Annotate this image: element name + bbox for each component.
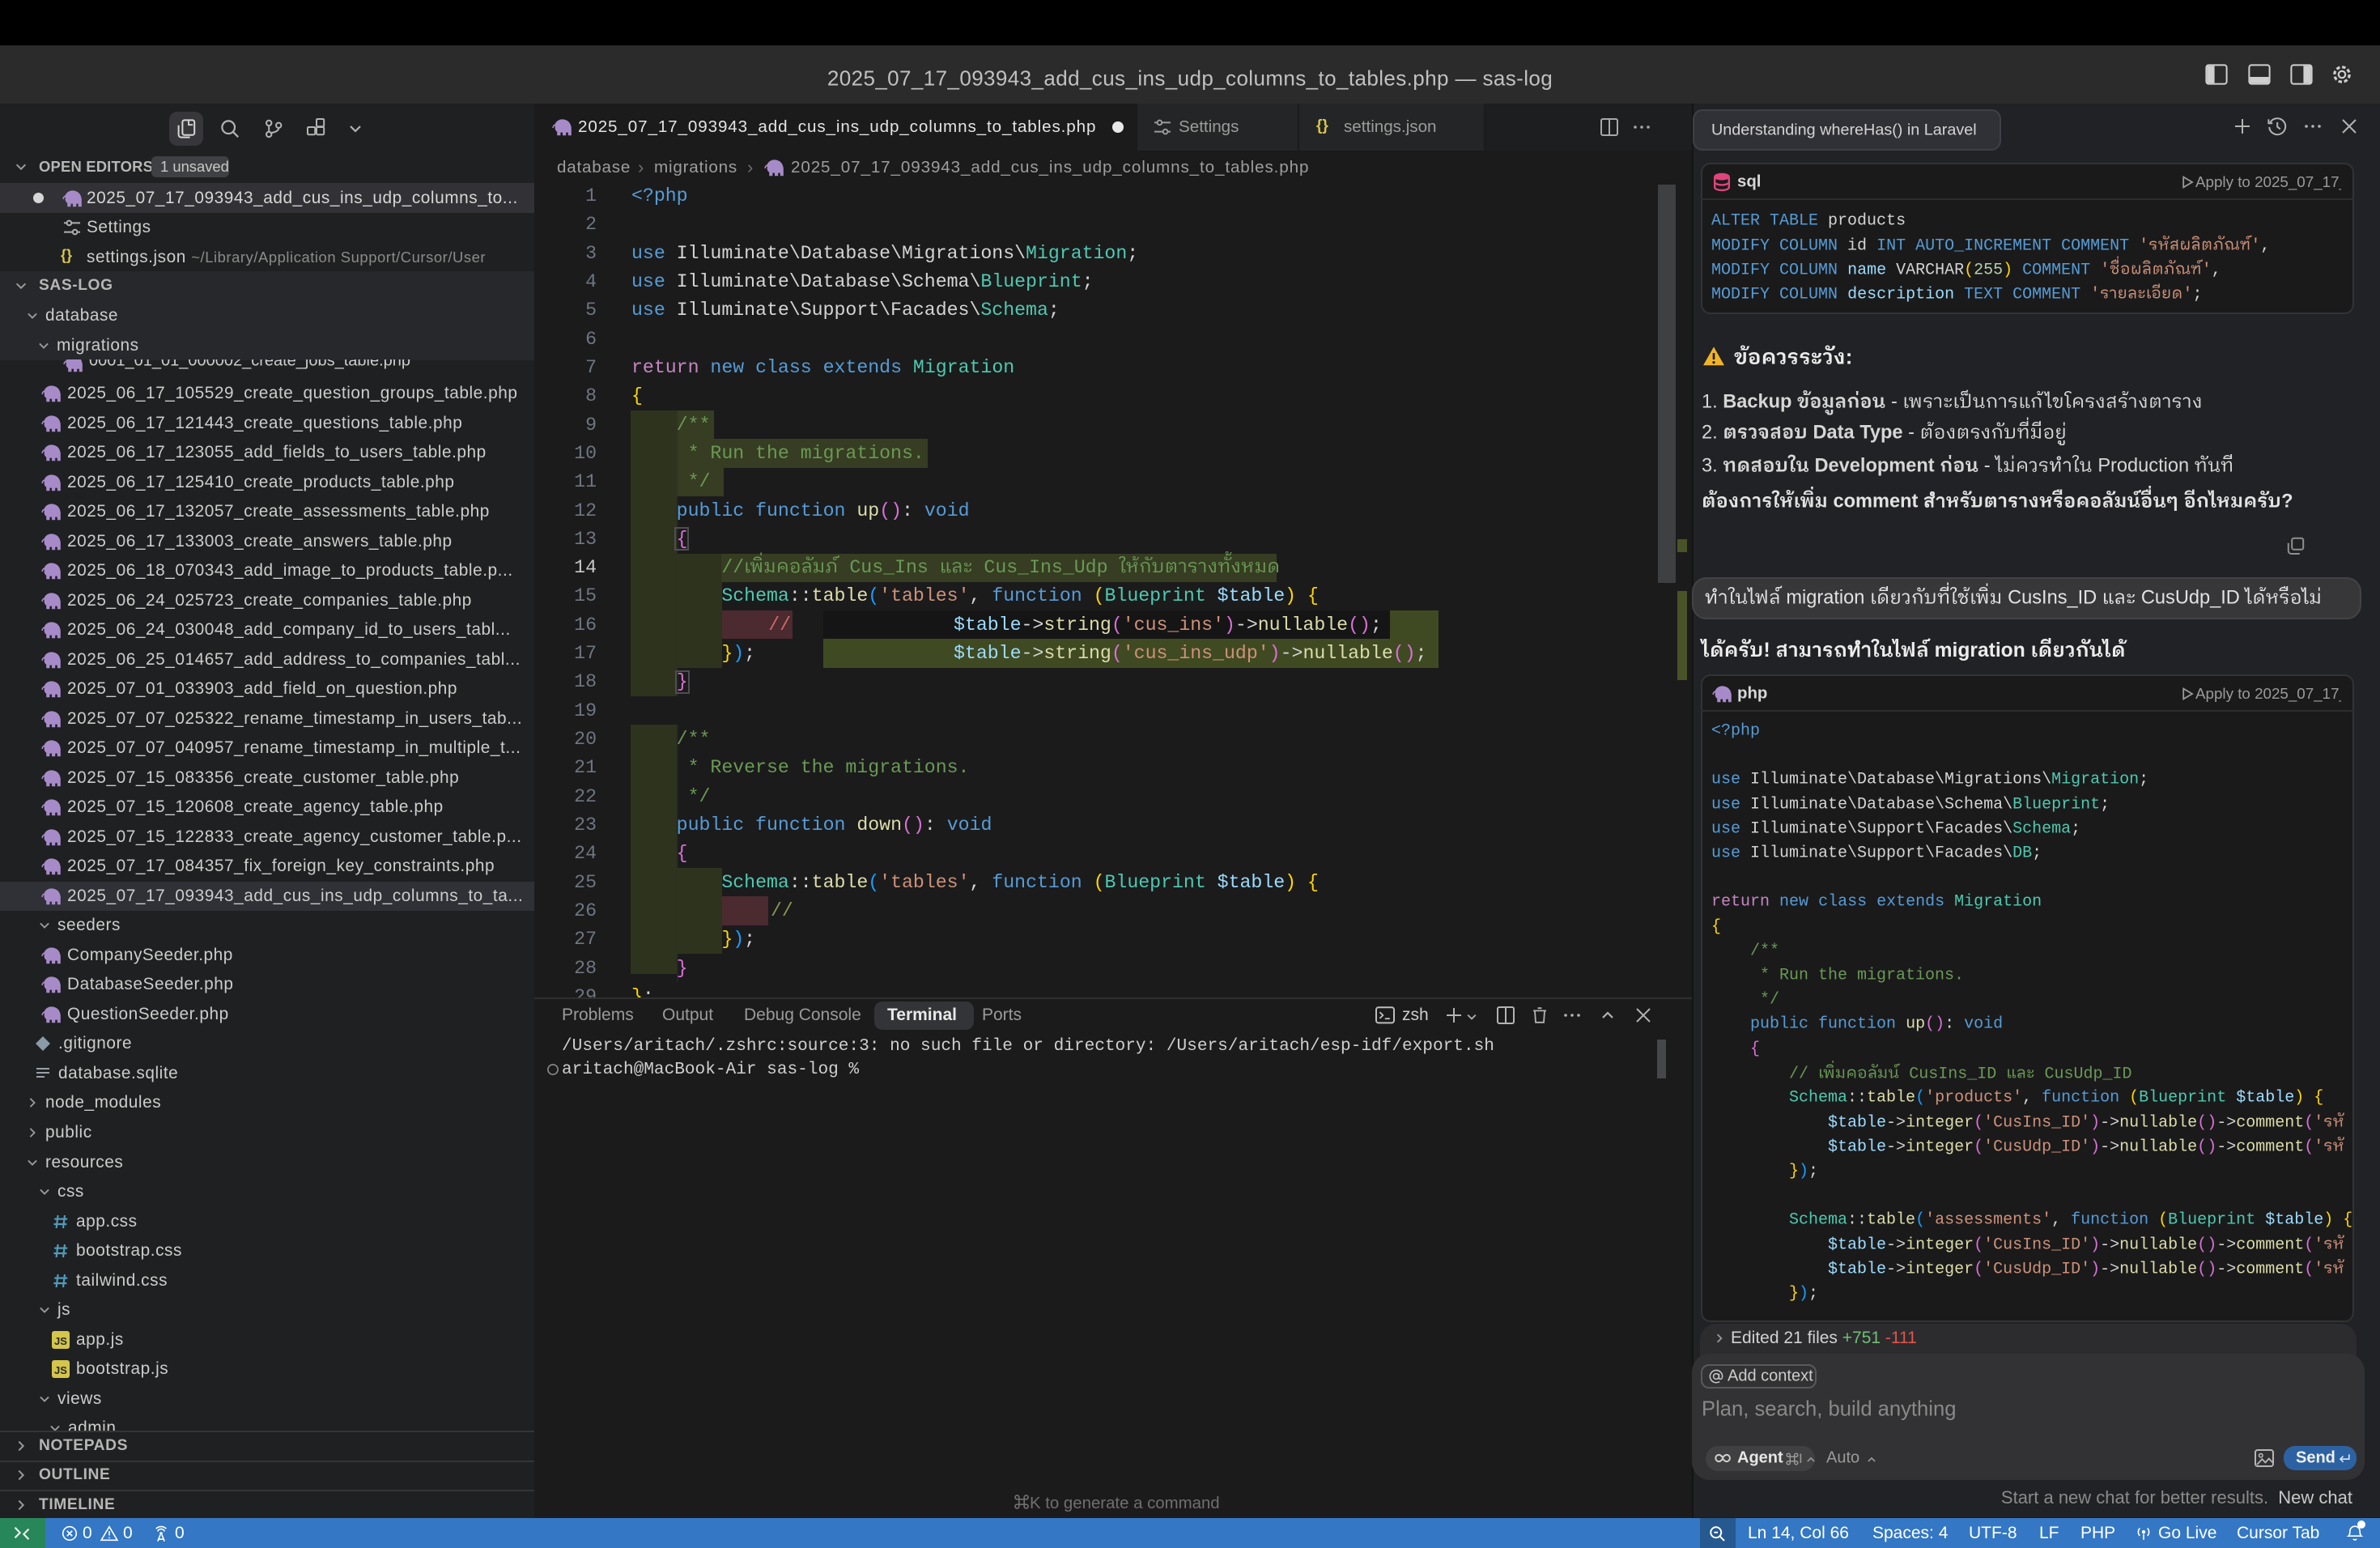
svg-text:JS: JS [54,1364,67,1376]
svg-text:JS: JS [54,1334,67,1346]
